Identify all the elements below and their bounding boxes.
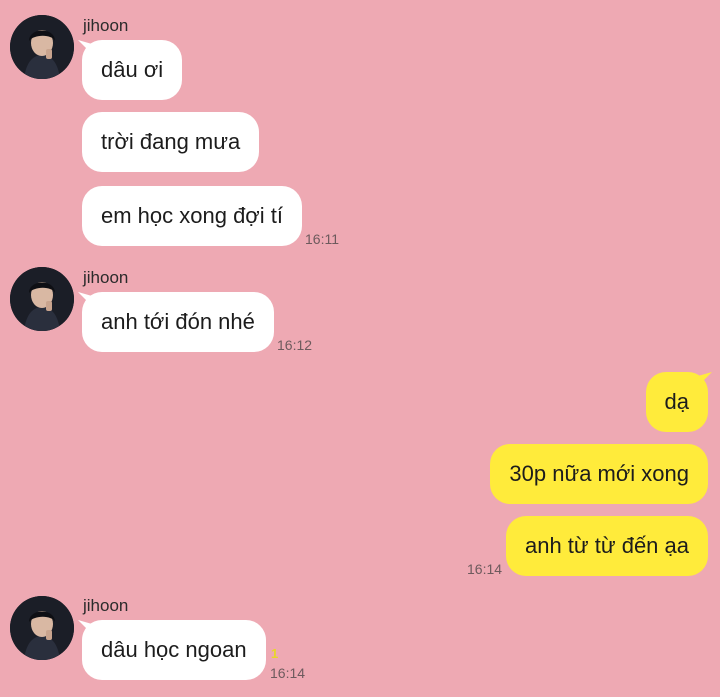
message-bubble[interactable]: dâu học ngoan	[82, 620, 266, 680]
sender-name: jihoon	[83, 268, 129, 287]
chat-room: jihoon dâu ơi trời đang mưa em học xong …	[0, 0, 720, 697]
message-bubble[interactable]: 30p nữa mới xong	[490, 444, 708, 504]
unread-count: 1	[271, 646, 279, 661]
message-bubble[interactable]: em học xong đợi tí	[82, 186, 302, 246]
sender-name: jihoon	[83, 16, 129, 35]
sender-name: jihoon	[83, 596, 129, 615]
message-time: 16:14	[467, 561, 503, 577]
message-bubble[interactable]: trời đang mưa	[82, 112, 260, 172]
avatar[interactable]	[10, 267, 74, 331]
avatar[interactable]	[10, 15, 74, 79]
avatar[interactable]	[10, 596, 74, 660]
message-time: 16:12	[277, 337, 313, 353]
message-bubble[interactable]: dâu ơi	[82, 40, 183, 100]
message-bubble[interactable]: dạ	[645, 372, 708, 432]
message-time: 16:11	[305, 231, 339, 247]
message-time: 16:14	[270, 665, 306, 681]
message-bubble[interactable]: anh tới đón nhé	[82, 292, 274, 352]
message-bubble[interactable]: anh từ từ đến ạa	[505, 516, 708, 576]
